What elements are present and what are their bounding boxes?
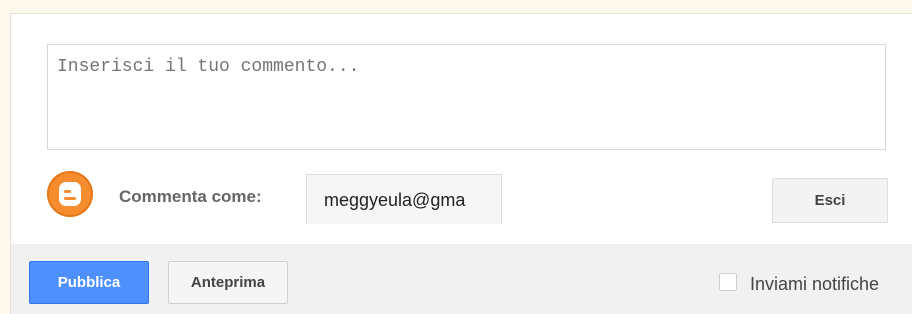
notify-label[interactable]: Inviami notifiche bbox=[750, 274, 879, 295]
notify-checkbox[interactable] bbox=[719, 273, 737, 291]
preview-button[interactable]: Anteprima bbox=[168, 261, 288, 304]
publish-button[interactable]: Pubblica bbox=[29, 261, 149, 304]
identity-select[interactable]: meggyeula@gma bbox=[306, 174, 502, 224]
identity-row: Commenta come: meggyeula@gma Esci bbox=[11, 164, 912, 244]
sign-out-button[interactable]: Esci bbox=[772, 178, 888, 223]
blogger-logo-icon bbox=[47, 171, 93, 217]
comment-as-label: Commenta come: bbox=[119, 187, 262, 206]
comment-input[interactable] bbox=[47, 44, 886, 150]
comment-form: Commenta come: meggyeula@gma Esci Pubbli… bbox=[10, 13, 912, 314]
action-bar: Pubblica Anteprima Inviami notifiche bbox=[11, 244, 912, 314]
